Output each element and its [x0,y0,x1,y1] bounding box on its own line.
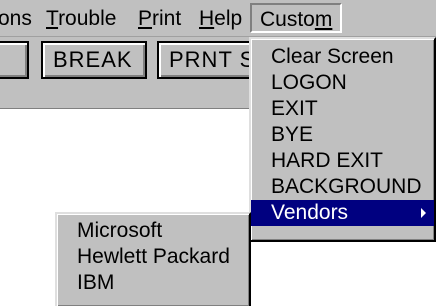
menu-item-exit-label: EXIT [271,97,318,120]
menu-item-ibm-label: IBM [77,271,115,294]
menu-item-logon[interactable]: LOGON [251,70,434,96]
custom-menu: Clear Screen LOGON EXIT BYE HARD EXIT BA… [249,37,436,242]
toolbar-button-partial[interactable] [0,41,29,79]
menu-item-bye[interactable]: BYE [251,122,434,148]
menu-print-mnemonic: P [138,7,153,30]
break-button[interactable]: BREAK [41,41,147,79]
menu-options[interactable]: ons [0,6,32,32]
menu-item-microsoft[interactable]: Microsoft [57,218,249,244]
menu-help-mnemonic: H [199,7,215,30]
menu-item-microsoft-label: Microsoft [77,219,163,242]
menu-custom[interactable]: Custom [250,3,343,33]
menu-item-clear-screen-label: Clear Screen [271,45,394,68]
menu-item-hard-exit-label: HARD EXIT [271,149,384,172]
menu-item-clear-screen[interactable]: Clear Screen [251,44,434,70]
menu-print-label: rint [152,7,182,30]
menu-item-vendors[interactable]: Vendors [251,200,434,226]
menu-item-hewlett-packard-label: Hewlett Packard [77,245,230,268]
menu-item-background[interactable]: BACKGROUND [251,174,434,200]
break-button-label: BREAK [53,47,133,72]
menu-item-logon-label: LOGON [271,71,347,94]
menu-trouble-label: rouble [58,7,117,30]
menu-item-vendors-label: Vendors [271,201,349,224]
menu-help[interactable]: Help [199,6,242,32]
menu-item-ibm[interactable]: IBM [57,270,249,296]
menu-help-label: elp [214,7,243,30]
menu-trouble-mnemonic: T [46,7,59,30]
menu-bar: ons Trouble Print Help Custom [0,0,436,37]
menu-item-hewlett-packard[interactable]: Hewlett Packard [57,244,249,270]
menu-trouble[interactable]: Trouble [46,6,116,32]
menu-custom-label: Custo [260,8,315,31]
menu-item-background-label: BACKGROUND [271,175,422,198]
vendors-submenu: Microsoft Hewlett Packard IBM [55,212,251,306]
menu-custom-mnemonic: m [314,8,333,31]
menu-item-bye-label: BYE [271,123,314,146]
print-screen-button-label: PRNT S [169,47,256,72]
menu-print[interactable]: Print [138,6,181,32]
menu-item-exit[interactable]: EXIT [251,96,434,122]
right-arrow-icon [421,208,426,218]
menu-item-hard-exit[interactable]: HARD EXIT [251,148,434,174]
menu-options-label: ons [0,7,32,30]
